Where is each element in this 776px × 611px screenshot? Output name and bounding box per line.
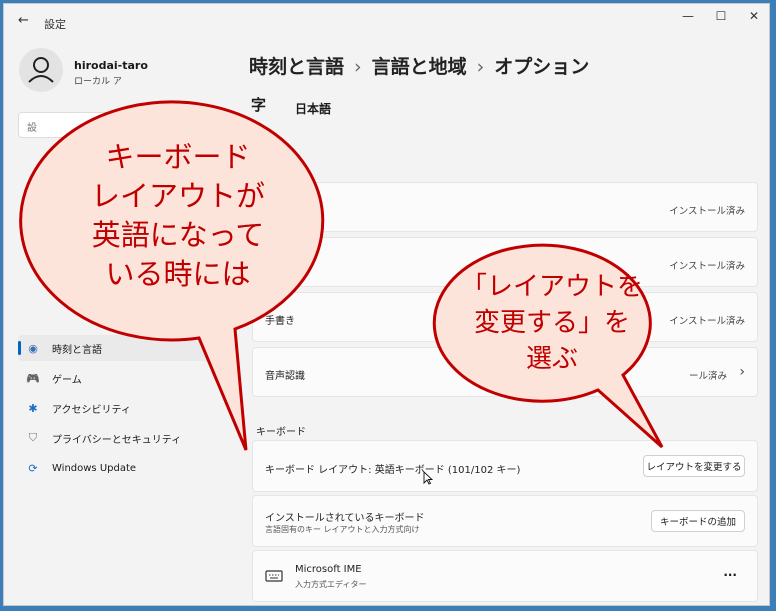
callout-line: 選ぶ (525, 344, 578, 374)
left-callout-text: キーボード レイアウトが 英語になって いる時には (28, 138, 328, 294)
callout-line: 変更する」を (473, 308, 630, 338)
callout-line: キーボード (105, 140, 251, 174)
callout-line: 「レイアウトを (460, 272, 643, 302)
callout-line: いる時には (105, 257, 251, 291)
right-callout-text: 「レイアウトを 変更する」を 選ぶ (432, 269, 672, 377)
callout-line: 英語になって (91, 218, 265, 252)
callout-line: レイアウトが (90, 179, 265, 213)
